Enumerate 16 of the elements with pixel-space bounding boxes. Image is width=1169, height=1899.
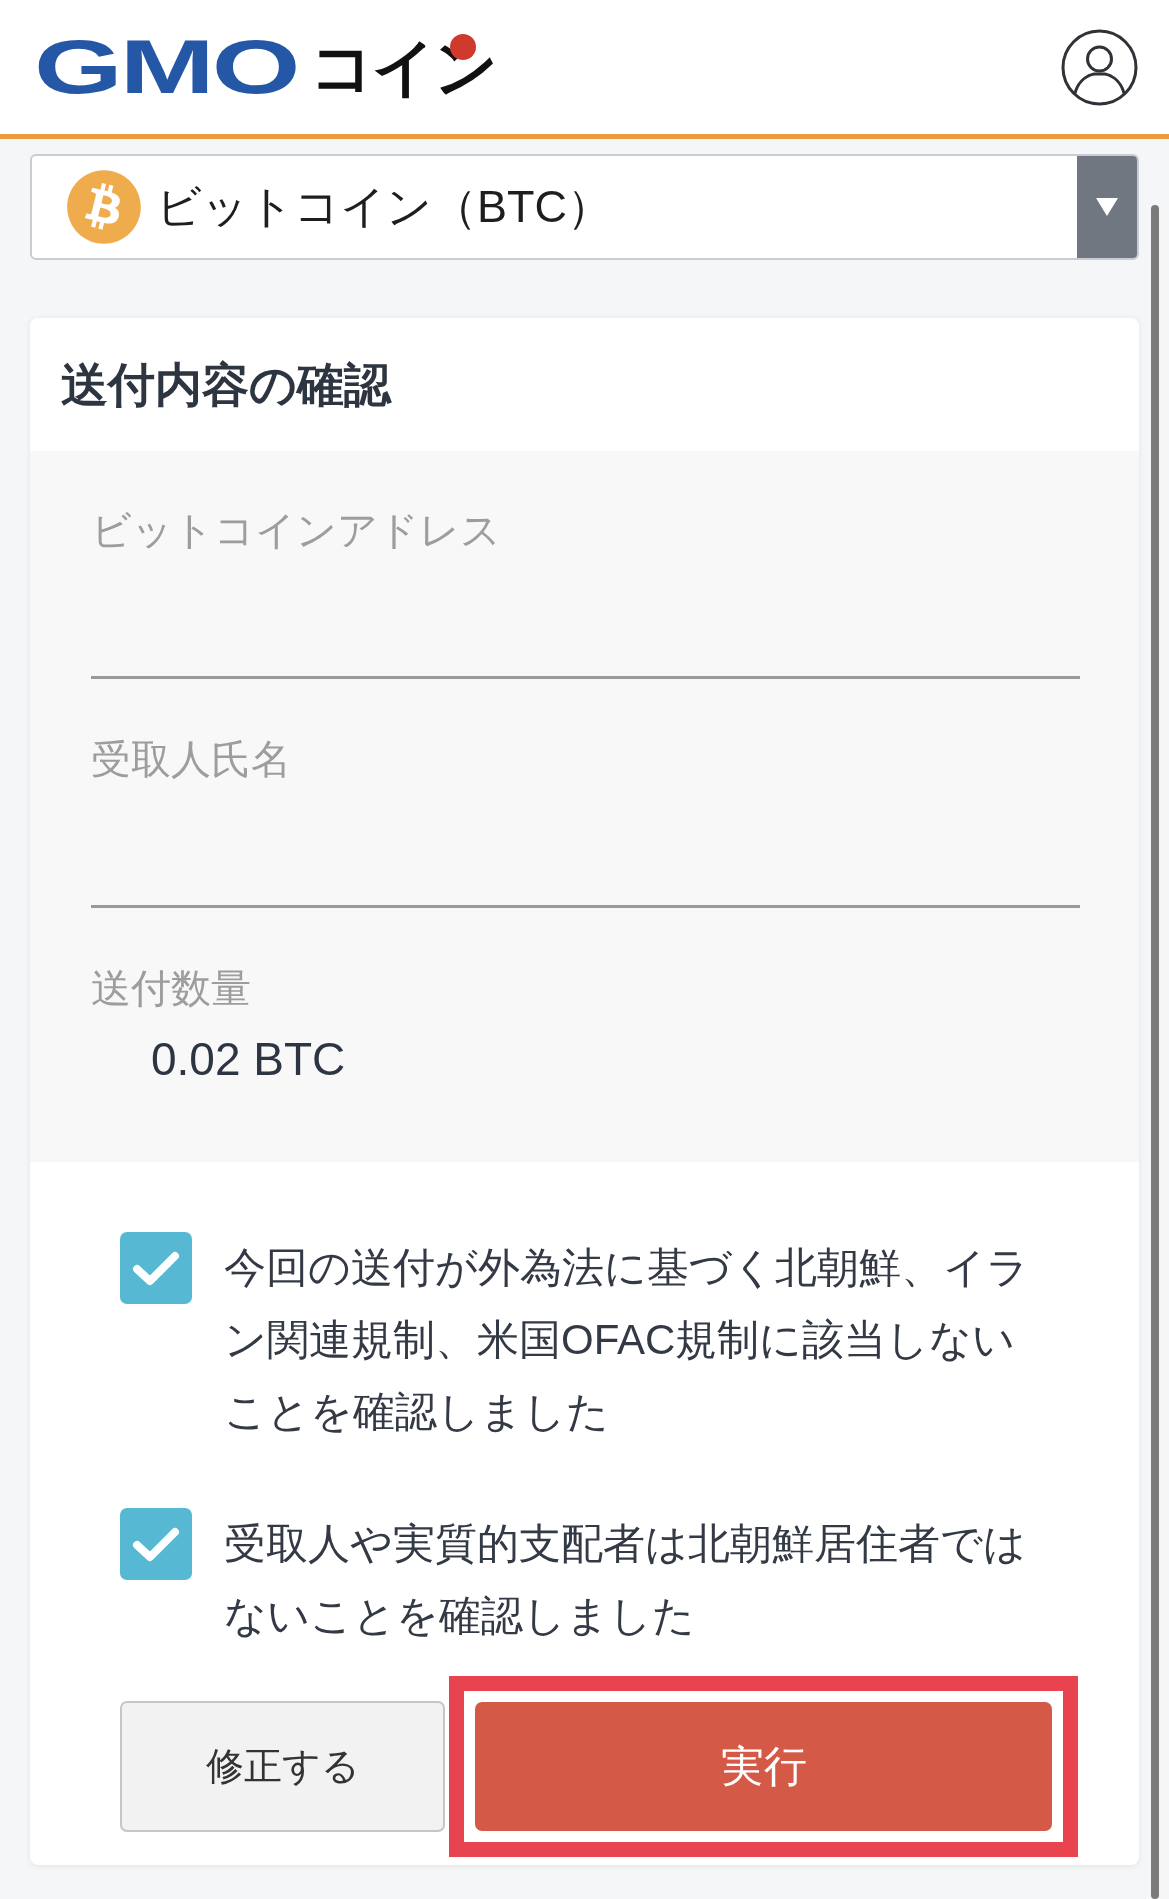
field-value: 0.02 BTC <box>151 1032 346 1087</box>
checkbox-label: 受取人や実質的支配者は北朝鮮居住者ではないことを確認しました <box>224 1519 1027 1641</box>
checkbox-label: 今回の送付が外為法に基づく北朝鮮、イラン関連規制、米国OFAC規制に該当しないことを確認しました <box>224 1243 1030 1437</box>
execute-button[interactable]: 実行 <box>475 1702 1052 1831</box>
field-label: 受取人氏名 <box>91 736 291 783</box>
caret-down-icon[interactable] <box>1077 156 1137 258</box>
field-label: ビットコインアドレス <box>91 507 501 554</box>
logo-text[interactable]: GMO <box>34 35 298 99</box>
checkbox[interactable] <box>120 1232 192 1304</box>
field-label: 送付数量 <box>91 965 251 1012</box>
user-profile-icon[interactable] <box>1061 28 1138 106</box>
checkbox[interactable] <box>120 1508 192 1580</box>
edit-button[interactable]: 修正する <box>120 1701 445 1832</box>
currency-select[interactable]: ビットコイン（BTC） <box>30 154 1139 260</box>
card-title: 送付内容の確認 <box>61 356 391 413</box>
scrollbar-thumb[interactable] <box>1151 205 1159 1899</box>
